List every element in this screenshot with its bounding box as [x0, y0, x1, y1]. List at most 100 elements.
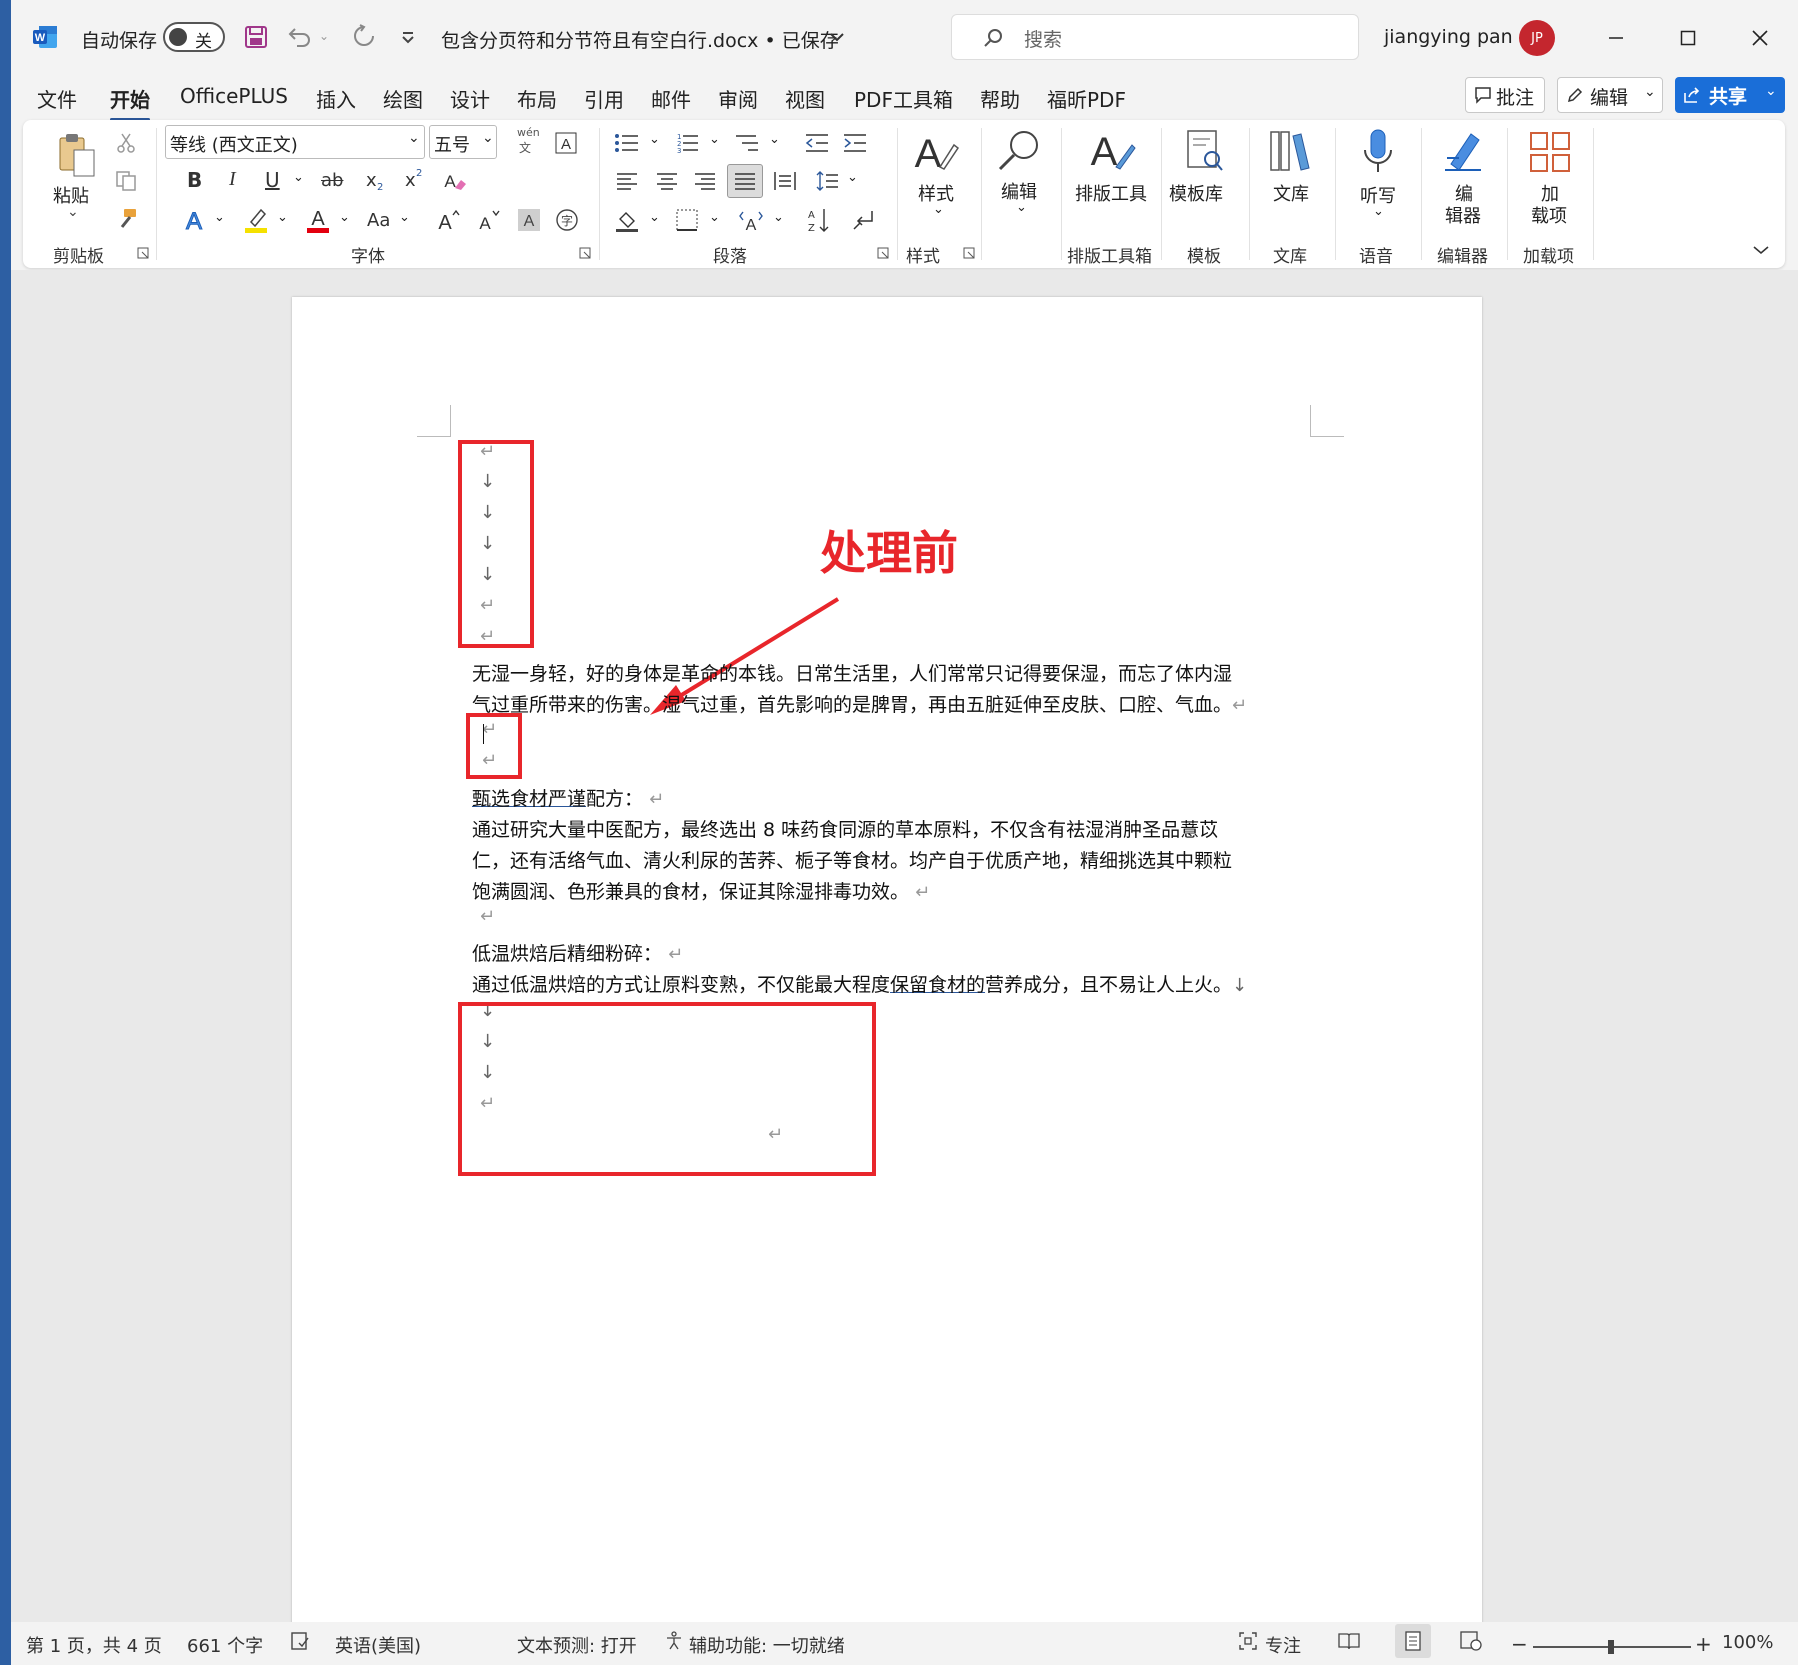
- dictate-chevron-icon[interactable]: ⌄: [1373, 204, 1384, 219]
- tab-layout[interactable]: 布局: [517, 84, 557, 113]
- borders-icon[interactable]: [671, 204, 703, 236]
- zoom-thumb[interactable]: [1608, 1640, 1614, 1654]
- phonetic-guide-button[interactable]: wén 文: [511, 126, 545, 160]
- styles-launcher-icon[interactable]: [961, 245, 977, 261]
- copy-icon[interactable]: [111, 166, 141, 196]
- undo-icon[interactable]: [285, 20, 315, 52]
- enclose-characters-icon[interactable]: 字: [553, 206, 581, 234]
- tab-references[interactable]: 引用: [584, 84, 624, 113]
- document-page[interactable]: ↵ ↓ ↓ ↓ ↓ ↵ ↵ 处理前 无湿一身轻，好的身体是革命的本钱。日常生活里…: [292, 297, 1482, 1627]
- align-center-icon[interactable]: [651, 166, 683, 196]
- change-case-chevron-icon[interactable]: ⌄: [399, 210, 410, 225]
- underline-chevron-icon[interactable]: ⌄: [293, 170, 304, 185]
- autosave-toggle[interactable]: 关: [163, 22, 225, 52]
- ribbon-collapse-icon[interactable]: [1749, 238, 1773, 262]
- show-marks-icon[interactable]: [847, 204, 879, 236]
- title-dropdown-icon[interactable]: [827, 26, 847, 48]
- zoom-in-button[interactable]: +: [1695, 1632, 1712, 1656]
- text-effects-chevron-icon[interactable]: ⌄: [214, 210, 225, 225]
- tab-insert[interactable]: 插入: [316, 84, 356, 113]
- tab-file[interactable]: 文件: [37, 84, 77, 113]
- tab-design[interactable]: 设计: [450, 84, 490, 113]
- numbering-chevron-icon[interactable]: ⌄: [709, 132, 720, 147]
- justify-icon[interactable]: [727, 164, 763, 198]
- highlight-icon[interactable]: [241, 204, 271, 236]
- align-right-icon[interactable]: [689, 166, 721, 196]
- library-icon[interactable]: [1265, 126, 1315, 176]
- language-indicator[interactable]: 英语(美国): [335, 1632, 421, 1658]
- bullets-chevron-icon[interactable]: ⌄: [649, 132, 660, 147]
- bullets-icon[interactable]: [611, 128, 643, 158]
- shading-icon[interactable]: [611, 204, 643, 236]
- layout-tool-label[interactable]: 排版工具: [1075, 180, 1147, 206]
- line-spacing-icon[interactable]: [811, 166, 843, 196]
- zoom-slider[interactable]: [1533, 1640, 1691, 1654]
- zoom-level[interactable]: 100%: [1722, 1632, 1773, 1653]
- user-name[interactable]: jiangying pan: [1384, 26, 1513, 48]
- text-prediction-status[interactable]: 文本预测: 打开: [517, 1632, 637, 1658]
- search-box[interactable]: 搜索: [951, 14, 1359, 60]
- asian-layout-chevron-icon[interactable]: ⌄: [773, 210, 784, 225]
- tab-review[interactable]: 审阅: [718, 84, 758, 113]
- find-icon[interactable]: [993, 126, 1043, 176]
- styles-chevron-icon[interactable]: ⌄: [933, 202, 944, 217]
- minimize-icon[interactable]: [1591, 20, 1641, 56]
- shrink-font-icon[interactable]: A: [473, 204, 503, 236]
- document-title[interactable]: 包含分页符和分节符且有空白行.docx • 已保存: [441, 26, 839, 53]
- align-left-icon[interactable]: [611, 166, 643, 196]
- sort-icon[interactable]: AZ: [803, 204, 835, 236]
- cut-icon[interactable]: [111, 128, 141, 158]
- format-painter-icon[interactable]: [111, 204, 141, 234]
- distributed-icon[interactable]: [769, 166, 801, 196]
- zoom-out-button[interactable]: −: [1511, 1632, 1528, 1656]
- share-button[interactable]: 共享 ⌄: [1675, 77, 1785, 113]
- strikethrough-button[interactable]: ab: [321, 170, 343, 191]
- tab-help[interactable]: 帮助: [980, 84, 1020, 113]
- multilevel-chevron-icon[interactable]: ⌄: [769, 132, 780, 147]
- editor-icon[interactable]: [1439, 126, 1489, 176]
- decrease-indent-icon[interactable]: [801, 128, 833, 158]
- highlight-chevron-icon[interactable]: ⌄: [277, 210, 288, 225]
- word-count[interactable]: 661 个字: [187, 1632, 263, 1658]
- character-border-icon[interactable]: A: [551, 128, 581, 158]
- editor-label-line2[interactable]: 辑器: [1445, 202, 1481, 228]
- paste-icon[interactable]: [51, 130, 101, 180]
- addins-label-line2[interactable]: 载项: [1531, 202, 1567, 228]
- accessibility-icon[interactable]: [661, 1628, 687, 1654]
- tab-officeplus[interactable]: OfficePLUS: [180, 84, 288, 108]
- multilevel-list-icon[interactable]: [731, 128, 763, 158]
- text-effects-icon[interactable]: A: [179, 204, 209, 236]
- customize-qat-icon[interactable]: [395, 26, 421, 50]
- addins-icon[interactable]: [1525, 128, 1575, 176]
- tab-view[interactable]: 视图: [785, 84, 825, 113]
- tab-draw[interactable]: 绘图: [383, 84, 423, 113]
- user-avatar[interactable]: JP: [1519, 20, 1555, 56]
- editing-chevron-icon[interactable]: ⌄: [1016, 200, 1027, 215]
- web-layout-icon[interactable]: [1457, 1628, 1485, 1654]
- read-mode-icon[interactable]: [1335, 1628, 1363, 1654]
- font-color-chevron-icon[interactable]: ⌄: [339, 210, 350, 225]
- font-size-select[interactable]: 五号 ⌄: [429, 125, 497, 159]
- subscript-button[interactable]: x: [366, 170, 377, 191]
- layout-tool-icon[interactable]: A: [1087, 126, 1137, 176]
- clear-formatting-icon[interactable]: A: [439, 166, 469, 196]
- numbering-icon[interactable]: 123: [671, 128, 703, 158]
- comment-button[interactable]: 批注: [1465, 77, 1545, 113]
- styles-icon[interactable]: A: [911, 128, 961, 178]
- asian-layout-icon[interactable]: A: [735, 204, 767, 236]
- library-label[interactable]: 文库: [1273, 180, 1309, 206]
- tab-pdf-toolbox[interactable]: PDF工具箱: [854, 84, 953, 113]
- focus-label[interactable]: 专注: [1265, 1632, 1301, 1658]
- italic-button[interactable]: I: [229, 168, 236, 191]
- close-icon[interactable]: [1735, 20, 1785, 56]
- microphone-icon[interactable]: [1353, 126, 1403, 178]
- tab-foxit-pdf[interactable]: 福昕PDF: [1047, 84, 1126, 113]
- increase-indent-icon[interactable]: [839, 128, 871, 158]
- paragraph-launcher-icon[interactable]: [875, 245, 891, 261]
- edit-mode-button[interactable]: 编辑 ⌄: [1557, 77, 1663, 113]
- tab-mailings[interactable]: 邮件: [651, 84, 691, 113]
- underline-button[interactable]: U: [265, 168, 280, 192]
- template-library-icon[interactable]: [1179, 126, 1229, 176]
- character-shading-icon[interactable]: A: [515, 206, 543, 234]
- font-launcher-icon[interactable]: [577, 245, 593, 261]
